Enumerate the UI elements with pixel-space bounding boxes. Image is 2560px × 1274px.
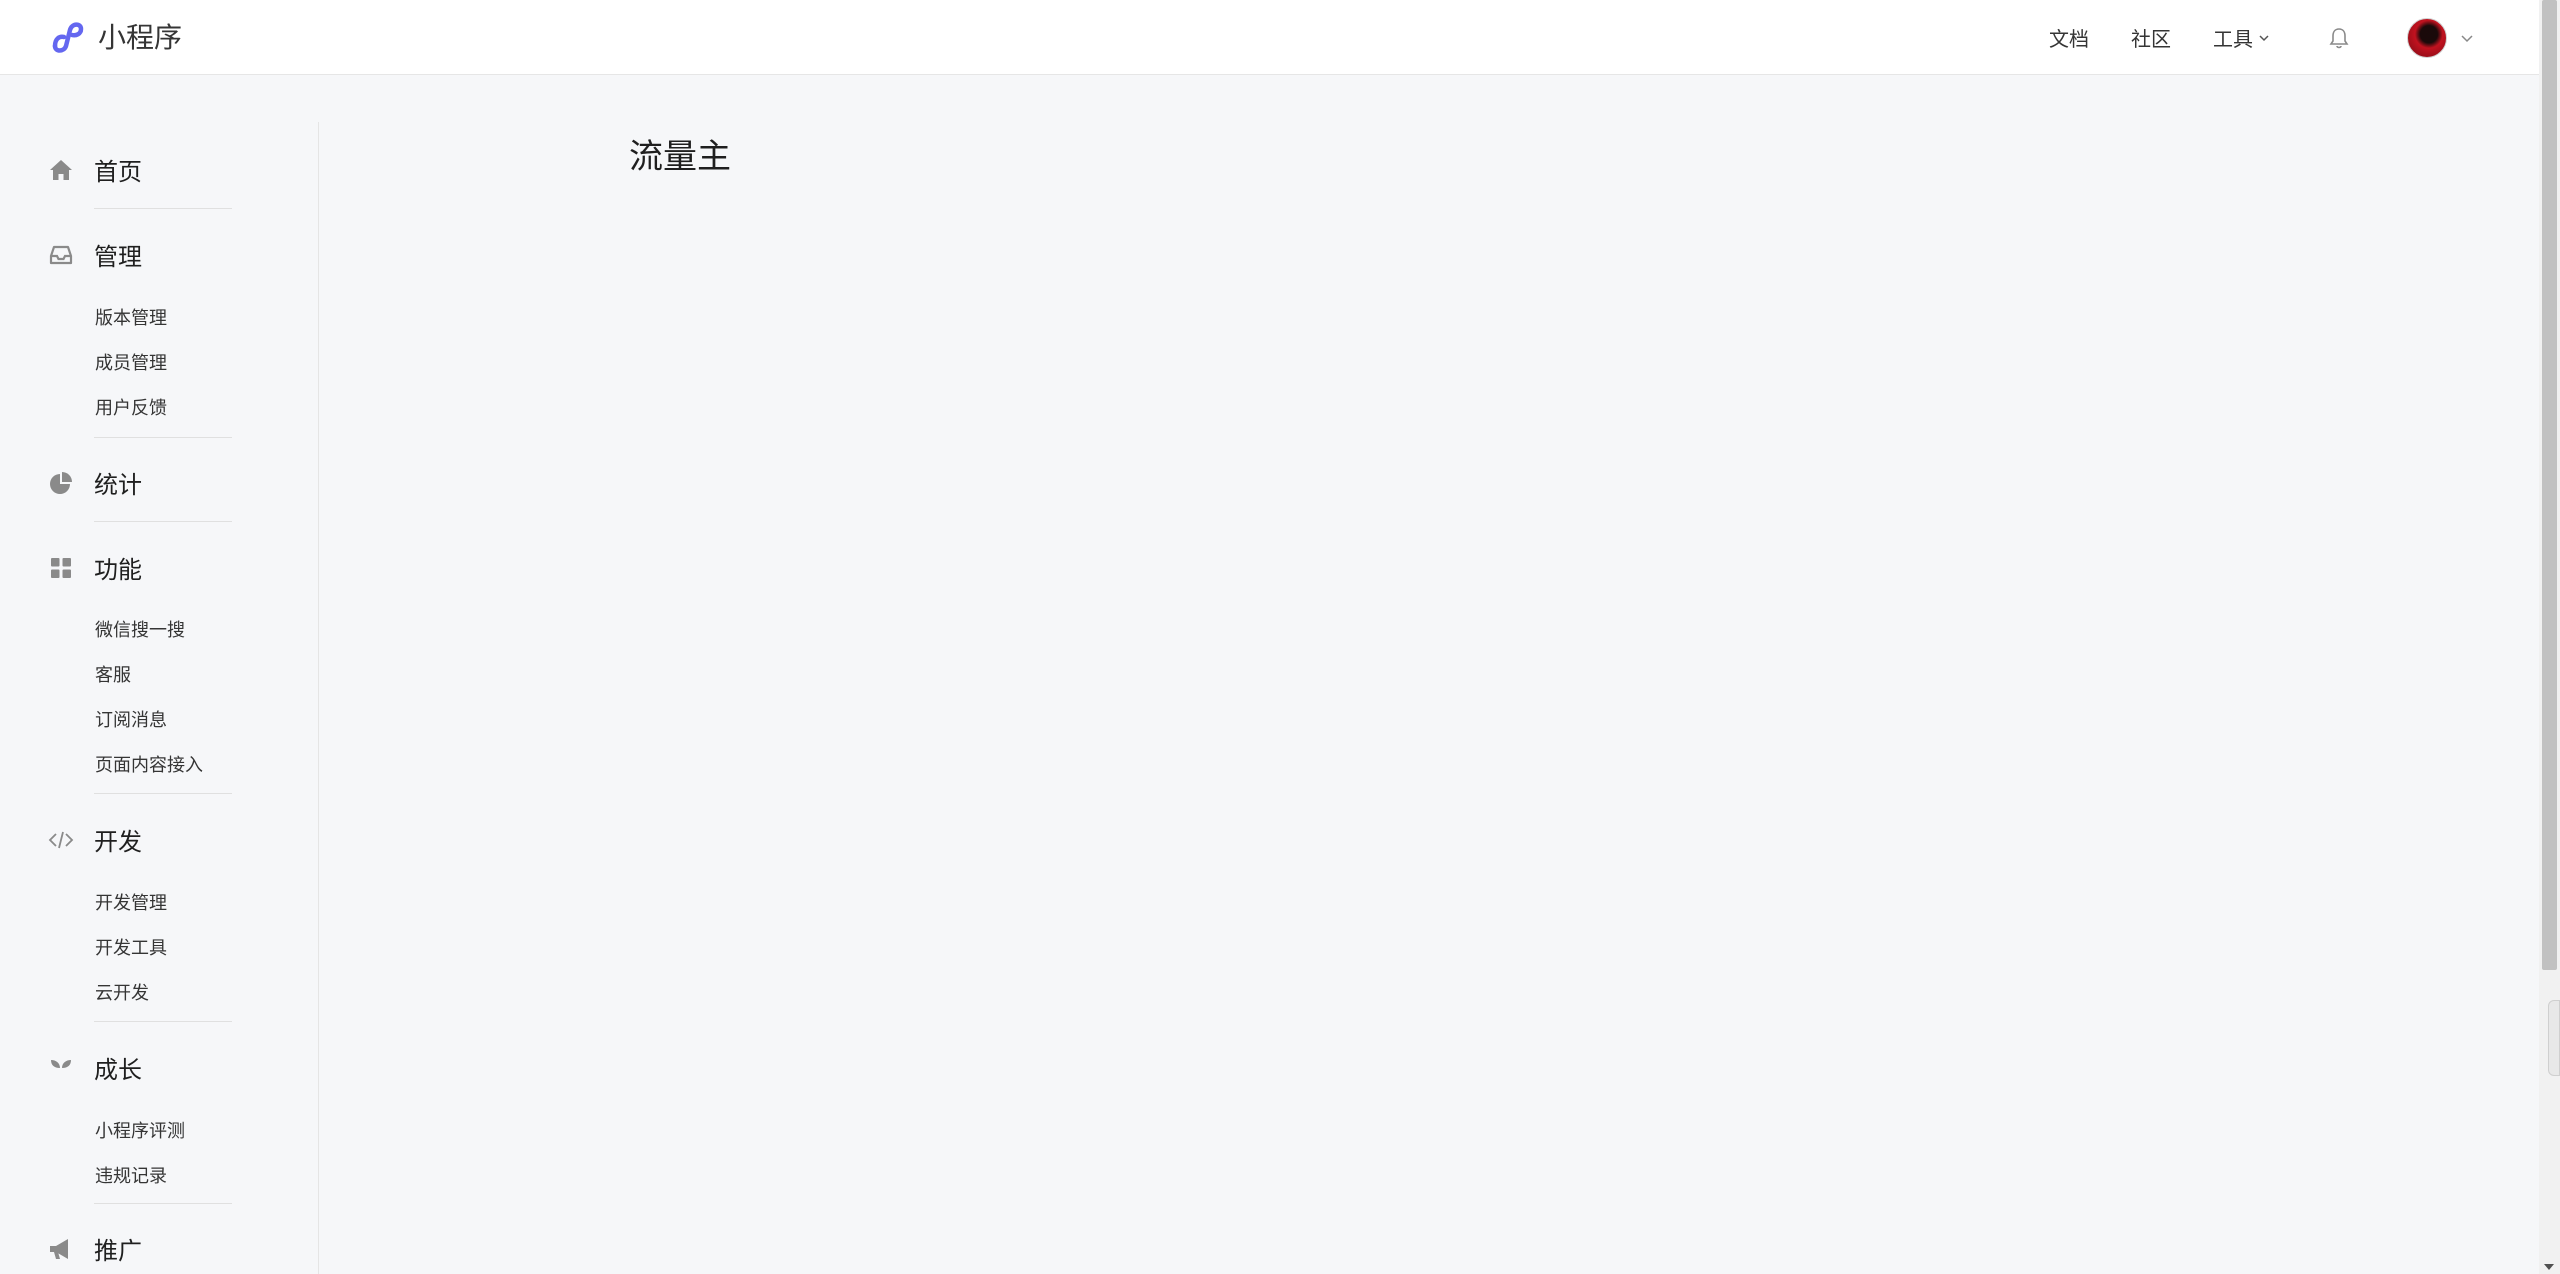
sidebar-divider <box>318 122 319 1274</box>
nav-tools[interactable]: 工具 <box>2213 23 2271 52</box>
sidebar-item-stats[interactable]: 统计 <box>48 465 142 500</box>
sidebar-group-label: 管理 <box>94 243 142 271</box>
sidebar-group-develop[interactable]: 开发 <box>48 822 142 857</box>
inbox-icon <box>49 245 73 264</box>
bell-icon[interactable] <box>2327 26 2351 50</box>
pie-chart-icon <box>50 471 72 494</box>
brand[interactable]: 小程序 <box>48 16 182 56</box>
grid-icon <box>51 557 71 578</box>
nav-community[interactable]: 社区 <box>2131 23 2171 52</box>
divider <box>94 208 232 209</box>
sidebar-item-page-content[interactable]: 页面内容接入 <box>95 751 203 777</box>
divider <box>94 793 232 794</box>
sidebar-item-dev-manage[interactable]: 开发管理 <box>95 889 167 915</box>
divider <box>94 1021 232 1022</box>
sidebar-item-home[interactable]: 首页 <box>48 152 142 187</box>
sidebar-group-label: 功能 <box>94 556 142 584</box>
sidebar-item-wechat-search[interactable]: 微信搜一搜 <box>95 616 185 642</box>
sidebar-item-subscribe-message[interactable]: 订阅消息 <box>95 706 167 732</box>
code-icon <box>48 831 74 848</box>
sidebar-item-user-feedback[interactable]: 用户反馈 <box>95 394 167 420</box>
sidebar-group-growth[interactable]: 成长 <box>48 1050 142 1085</box>
sidebar-item-evaluation[interactable]: 小程序评测 <box>95 1117 185 1143</box>
sprout-icon <box>51 1059 71 1077</box>
page-title: 流量主 <box>629 137 731 177</box>
sidebar-item-label: 统计 <box>94 471 142 499</box>
sidebar-group-label: 成长 <box>94 1056 142 1084</box>
nav-docs[interactable]: 文档 <box>2049 23 2089 52</box>
mini-program-logo-icon <box>52 22 84 53</box>
sidebar-item-label: 首页 <box>94 158 142 186</box>
side-panel-tab[interactable] <box>2548 1000 2560 1076</box>
divider <box>94 437 232 438</box>
sidebar-item-cloud-dev[interactable]: 云开发 <box>95 979 149 1005</box>
sidebar-group-features[interactable]: 功能 <box>48 550 142 585</box>
account-menu[interactable] <box>2407 17 2475 58</box>
divider <box>94 521 232 522</box>
home-icon <box>50 159 72 180</box>
sidebar-item-member-manage[interactable]: 成员管理 <box>95 349 167 375</box>
megaphone-icon <box>50 1238 68 1259</box>
brand-title: 小程序 <box>98 21 183 54</box>
sidebar-item-violation-record[interactable]: 违规记录 <box>95 1162 167 1188</box>
sidebar-item-label: 推广 <box>94 1237 142 1265</box>
sidebar-item-customer-service[interactable]: 客服 <box>95 661 131 687</box>
sidebar-item-version-manage[interactable]: 版本管理 <box>95 304 167 330</box>
chevron-down-icon <box>2259 34 2269 41</box>
top-nav: 文档 社区 工具 <box>2049 0 2475 75</box>
chevron-down-icon <box>2461 34 2473 42</box>
scrollbar[interactable] <box>2539 0 2560 1274</box>
scroll-down-arrow-icon[interactable] <box>2544 1264 2554 1270</box>
sidebar-group-manage[interactable]: 管理 <box>48 237 142 272</box>
sidebar-item-dev-tools[interactable]: 开发工具 <box>95 934 167 960</box>
divider <box>94 1203 232 1204</box>
nav-tools-label: 工具 <box>2213 27 2253 51</box>
avatar <box>2407 17 2447 58</box>
sidebar-item-promote[interactable]: 推广 <box>48 1231 142 1266</box>
scrollbar-thumb[interactable] <box>2542 0 2557 970</box>
sidebar-group-label: 开发 <box>94 828 142 856</box>
top-bar: 小程序 文档 社区 工具 <box>0 0 2539 75</box>
